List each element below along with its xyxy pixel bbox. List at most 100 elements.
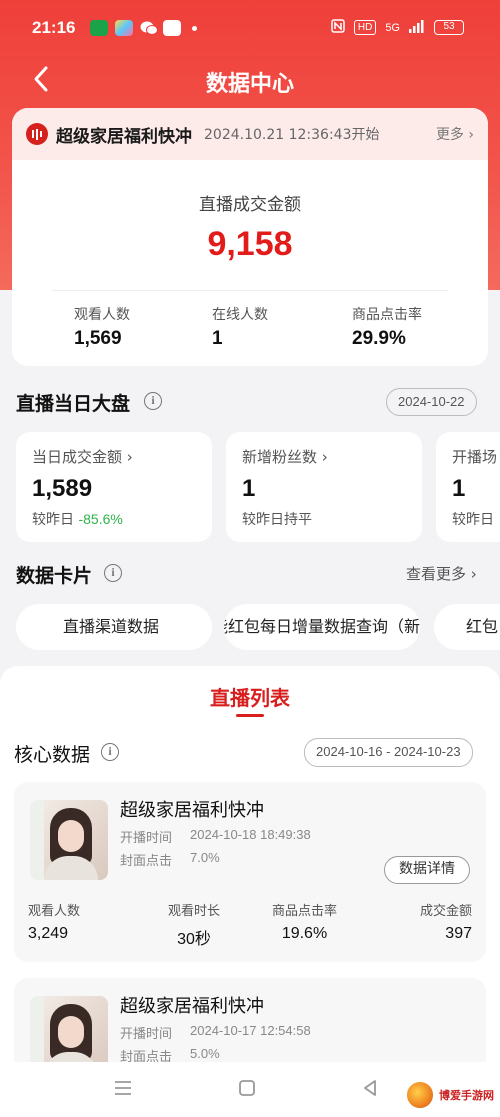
home-icon[interactable]	[237, 1078, 257, 1102]
stat-value: 1,569	[74, 328, 122, 349]
app-notification-icon	[163, 20, 181, 36]
session-card[interactable]: 超级家居福利快冲 开播时间 2024-10-18 18:49:38 封面点击 7…	[14, 782, 486, 962]
session-name: 超级家居福利快冲	[120, 800, 264, 821]
metric-value: 1	[242, 475, 256, 502]
date-range-picker[interactable]: 2024-10-16 - 2024-10-23	[304, 738, 473, 767]
session-stat-value: 19.6%	[281, 925, 328, 942]
metric-compare: 较昨日	[452, 512, 494, 528]
menu-icon[interactable]	[113, 1078, 133, 1102]
core-data-title: 核心数据	[14, 744, 91, 766]
divider	[52, 290, 448, 291]
nfc-icon	[331, 19, 345, 36]
cover-face	[58, 820, 84, 852]
status-time: 21:16	[32, 18, 76, 37]
cards-title: 数据卡片	[16, 565, 93, 587]
total-label: 直播成交金额	[199, 195, 301, 215]
meta-value: 5.0%	[190, 1046, 220, 1061]
session-cover-row: 封面点击 7.0%	[120, 850, 220, 869]
session-stat: 观看时长 30秒	[168, 900, 220, 949]
live-start-time: 2024.10.21 12:36:43开始	[204, 127, 380, 143]
chip-live-channel[interactable]: 直播渠道数据	[16, 604, 212, 650]
stat-label: 观看人数	[74, 307, 130, 323]
session-cover-image	[30, 800, 108, 880]
meta-label: 开播时间	[120, 831, 173, 846]
live-more-label: 更多	[435, 127, 464, 143]
live-bars-icon	[26, 123, 48, 145]
info-icon[interactable]: i	[144, 392, 162, 410]
metric-label: 当日成交金额	[32, 448, 123, 466]
watermark-logo	[405, 1080, 435, 1110]
info-icon[interactable]: i	[101, 743, 119, 761]
tab-indicator	[236, 714, 264, 717]
overview-date-picker[interactable]: 2024-10-22	[386, 388, 477, 416]
chip-red-packet[interactable]: 红包	[434, 604, 500, 650]
data-detail-button[interactable]: 数据详情	[384, 856, 470, 884]
chip-red-packet-query[interactable]: 万能红包每日增量数据查询（新	[224, 604, 420, 650]
compare-prefix: 较昨日持平	[242, 512, 312, 528]
metric-label-row: 新增粉丝数 ›	[242, 446, 406, 467]
hd-badge: HD	[353, 20, 377, 35]
live-summary-card: 超级家居福利快冲 2024.10.21 12:36:43开始 更多 › 直播成交…	[12, 108, 488, 366]
metric-value: 1	[452, 475, 466, 502]
cover-face	[58, 1016, 84, 1048]
session-stat-value: 3,249	[28, 925, 69, 942]
meta-label: 封面点击	[120, 854, 173, 869]
metric-card-fans[interactable]: 新增粉丝数 › 1 较昨日持平	[226, 432, 422, 542]
metric-value: 1,589	[32, 475, 93, 502]
more-notifications-dot	[192, 26, 197, 31]
tab-live-list[interactable]: 直播列表	[0, 682, 500, 711]
cards-more-label: 查看更多	[406, 565, 467, 583]
stat-label: 商品点击率	[352, 307, 422, 323]
compare-prefix: 较昨日	[32, 512, 79, 528]
session-stat-value: 397	[445, 925, 472, 942]
top-nav: 数据中心	[0, 56, 500, 106]
session-name: 超级家居福利快冲	[120, 996, 264, 1017]
meta-value: 2024-10-18 18:49:38	[190, 827, 311, 842]
live-header: 超级家居福利快冲 2024.10.21 12:36:43开始 更多 ›	[12, 108, 488, 160]
info-icon[interactable]: i	[104, 564, 122, 582]
app-notification-icon	[115, 20, 133, 36]
network-label: 5G	[385, 21, 400, 34]
stat-viewers: 观看人数 1,569	[74, 304, 130, 350]
chevron-right-icon: ›	[468, 127, 474, 143]
live-list-panel: 直播列表 核心数据 i 2024-10-16 - 2024-10-23 超级家居…	[0, 666, 500, 1088]
watermark: 博爱手游网	[405, 1080, 494, 1110]
chevron-right-icon: ›	[126, 448, 133, 466]
signal-icon	[409, 19, 425, 36]
battery-icon: 53	[434, 20, 464, 35]
session-stat: 成交金额 397	[420, 900, 472, 943]
meta-value: 2024-10-17 12:54:58	[190, 1023, 311, 1038]
metric-label: 新增粉丝数	[242, 448, 318, 466]
live-name: 超级家居福利快冲	[56, 126, 192, 147]
compare-value: -85.6%	[78, 511, 123, 527]
cards-more-link[interactable]: 查看更多 ›	[406, 563, 477, 584]
back-triangle-icon[interactable]	[360, 1078, 380, 1102]
chevron-right-icon: ›	[470, 565, 477, 583]
stat-online: 在线人数 1	[212, 304, 268, 350]
app-notification-icon	[90, 20, 108, 36]
session-stat-value: 30秒	[177, 931, 211, 948]
stat-click-rate: 商品点击率 29.9%	[352, 304, 422, 350]
meta-value: 7.0%	[190, 850, 220, 865]
stat-label: 在线人数	[212, 307, 268, 323]
watermark-text: 博爱手游网	[439, 1089, 494, 1102]
status-indicators: HD 5G 53	[331, 19, 464, 36]
session-start-row: 开播时间 2024-10-18 18:49:38	[120, 827, 311, 846]
metric-label-row: 当日成交金额 ›	[32, 446, 196, 467]
metric-card-gmv[interactable]: 当日成交金额 › 1,589 较昨日 -85.6%	[16, 432, 212, 542]
session-stat: 观看人数 3,249	[28, 900, 80, 943]
session-stat-label: 成交金额	[419, 904, 472, 919]
live-more-link[interactable]: 更多 ›	[436, 124, 474, 144]
total-value: 9,158	[207, 225, 293, 263]
meta-label: 开播时间	[120, 1027, 173, 1042]
session-stat: 商品点击率 19.6%	[272, 900, 337, 943]
chevron-right-icon: ›	[321, 448, 328, 466]
metric-compare: 较昨日 -85.6%	[32, 509, 196, 529]
session-stat-label: 观看时长	[168, 904, 221, 919]
stat-value: 1	[212, 328, 223, 349]
overview-title: 直播当日大盘	[16, 393, 131, 415]
chip-label: 万能红包每日增量数据查询（新	[224, 617, 420, 636]
metric-card-sessions[interactable]: 开播场 1 较昨日	[436, 432, 500, 542]
status-bar: 21:16 HD 5G 53	[0, 0, 500, 56]
wechat-icon	[140, 20, 158, 36]
